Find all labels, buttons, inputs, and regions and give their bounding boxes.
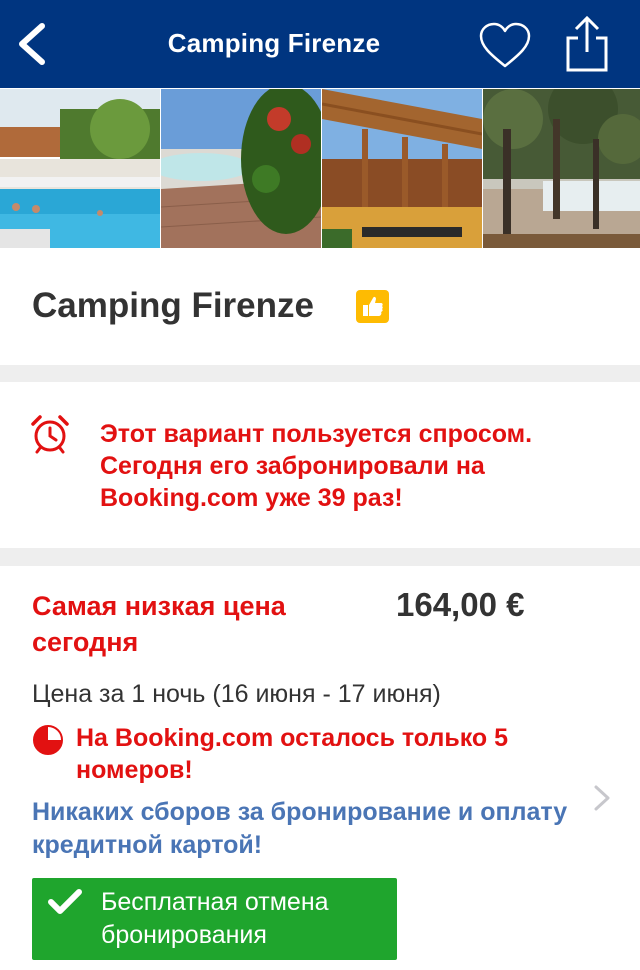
share-icon: [566, 15, 608, 72]
alarm-clock-icon: [30, 414, 70, 454]
beach-pool-photo[interactable]: [161, 89, 321, 248]
free-cancellation-text: Бесплатная отмена бронирования: [101, 888, 329, 949]
no-fees-text: Никаких сборов за бронирование и оплату …: [32, 798, 568, 859]
favorite-button[interactable]: [478, 22, 532, 70]
demand-alert-text: Этот вариант пользуется спросом. Сегодня…: [100, 420, 533, 512]
rooms-left-text: На Booking.com осталось только 5 номеров…: [76, 724, 509, 784]
preferred-badge: [356, 290, 389, 323]
thumbs-up-icon: [363, 296, 383, 316]
checkmark-icon: [48, 889, 82, 914]
pergola-terrace-photo[interactable]: [322, 89, 482, 248]
lowest-price-label: Самая низкая цена сегодня: [32, 591, 286, 657]
page-title: Camping Firenze: [167, 28, 381, 58]
price-period: Цена за 1 ночь (16 июня - 17 июня): [32, 680, 441, 708]
top-navigation-bar: Camping Firenze: [0, 0, 640, 88]
free-cancellation-badge: Бесплатная отмена бронирования: [32, 878, 397, 960]
heart-outline-icon: [479, 22, 531, 68]
property-name: Camping Firenze: [32, 286, 314, 325]
share-button[interactable]: [562, 14, 612, 74]
pool-photo[interactable]: [0, 89, 160, 248]
photo-gallery[interactable]: [0, 88, 640, 249]
olive-trees-photo[interactable]: [483, 89, 640, 248]
chevron-right-icon[interactable]: [592, 784, 612, 812]
pie-chart-icon: [32, 724, 64, 756]
price-value: 164,00 €: [396, 586, 525, 623]
